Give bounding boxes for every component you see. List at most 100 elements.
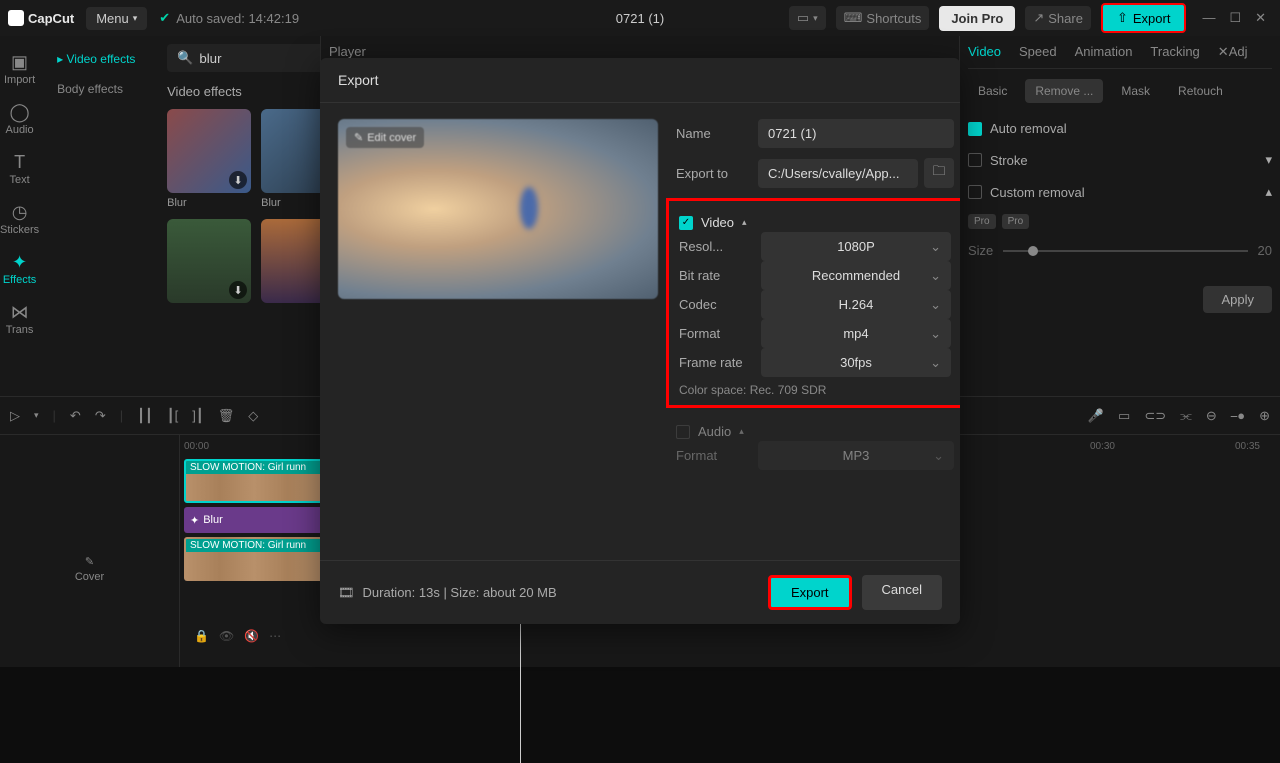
tab-stickers[interactable]: ◷Stickers	[0, 194, 39, 244]
link-tool[interactable]: ⫘	[1180, 408, 1192, 424]
effect-thumb[interactable]: ⬇	[167, 219, 251, 303]
colorspace-text: Color space: Rec. 709 SDR	[679, 383, 951, 397]
film-icon: 🎞	[338, 585, 355, 601]
properties-panel: Video Speed Animation Tracking ✕Adj Basi…	[960, 36, 1280, 396]
duration-info: 🎞 Duration: 13s | Size: about 20 MB	[338, 585, 557, 601]
download-icon[interactable]: ⬇	[229, 281, 247, 299]
subtab-basic[interactable]: Basic	[968, 79, 1017, 103]
checkbox-icon[interactable]: ✓	[679, 216, 693, 230]
framerate-label: Frame rate	[679, 355, 751, 370]
text-icon: T	[10, 152, 30, 172]
export-button-top[interactable]: ⇧ Export	[1101, 3, 1186, 33]
tab-audio[interactable]: ◯Audio	[0, 94, 39, 144]
export-confirm-button[interactable]: Export	[768, 575, 852, 610]
edit-cover-button[interactable]: ✎ Edit cover	[346, 127, 424, 148]
size-slider[interactable]	[1003, 250, 1247, 252]
zoom-slider[interactable]: ⎯●	[1231, 408, 1245, 424]
tab-animation[interactable]: Animation	[1075, 44, 1133, 60]
mic-tool[interactable]: 🎤	[1088, 408, 1104, 424]
split-left-tool[interactable]: ┃[	[167, 408, 178, 424]
more-icon[interactable]: ⋯	[269, 629, 281, 643]
tab-transitions[interactable]: ⋈Trans	[0, 294, 39, 344]
zoom-out-button[interactable]: ⊖	[1206, 408, 1217, 424]
codec-select[interactable]: H.264	[761, 290, 951, 319]
split-right-tool[interactable]: ]┃	[192, 408, 203, 424]
cover-button[interactable]: ✎ Cover	[10, 555, 169, 583]
lock-icon[interactable]: 🔒	[194, 629, 209, 643]
mute-icon[interactable]: 🔇	[244, 629, 259, 643]
checkbox-icon[interactable]	[676, 425, 690, 439]
undo-button[interactable]: ↶	[70, 408, 81, 424]
redo-button[interactable]: ↷	[95, 408, 106, 424]
pointer-tool[interactable]: ▷	[10, 408, 20, 424]
cover-preview: ✎ Edit cover	[338, 119, 658, 299]
chevron-up-icon: ▴	[739, 426, 744, 437]
preview-tool[interactable]: ▭	[1118, 408, 1130, 424]
subtab-remove[interactable]: Remove ...	[1025, 79, 1103, 103]
effect-thumb[interactable]: ⬇Blur	[167, 109, 251, 209]
logo-text: CapCut	[28, 11, 74, 26]
dialog-title: Export	[320, 58, 960, 103]
capcut-icon	[8, 10, 24, 26]
custom-removal-toggle[interactable]: Custom removal▴	[968, 176, 1272, 208]
eye-icon[interactable]: 👁	[219, 629, 234, 643]
name-input[interactable]	[758, 119, 954, 148]
tab-adjust[interactable]: ✕Adj	[1218, 44, 1248, 60]
marker-tool[interactable]: ◇	[248, 408, 258, 424]
subtab-retouch[interactable]: Retouch	[1168, 79, 1233, 103]
split-tool[interactable]: ┃┃	[137, 408, 153, 424]
bitrate-select[interactable]: Recommended	[761, 261, 951, 290]
bitrate-label: Bit rate	[679, 268, 751, 283]
video-clip[interactable]: SLOW MOTION: Girl runn	[184, 537, 324, 581]
chevron-down-icon[interactable]: ▾	[34, 410, 39, 421]
tab-text[interactable]: TText	[0, 144, 39, 194]
share-icon: ↗	[1033, 10, 1044, 26]
window-controls: — ☐ ✕	[1196, 10, 1272, 26]
cancel-button[interactable]: Cancel	[862, 575, 942, 610]
delete-tool[interactable]: 🗑	[218, 408, 235, 424]
magnet-tool[interactable]: ⊂⊃	[1144, 408, 1166, 424]
format-select[interactable]: mp4	[761, 319, 951, 348]
transitions-icon: ⋈	[10, 302, 30, 322]
video-section-header[interactable]: ✓ Video ▴	[679, 215, 951, 230]
resolution-select[interactable]: 1080P	[761, 232, 951, 261]
media-panel: ▣Import ◯Audio TText ◷Stickers ✦Effects …	[0, 36, 320, 396]
zoom-in-button[interactable]: ⊕	[1259, 408, 1270, 424]
audio-section-header[interactable]: Audio ▴	[676, 424, 954, 439]
video-clip[interactable]: SLOW MOTION: Girl runn	[184, 459, 324, 503]
auto-removal-toggle[interactable]: Auto removal	[968, 113, 1272, 144]
checkbox-icon	[968, 153, 982, 167]
pencil-icon: ✎	[85, 555, 94, 568]
export-dialog: Export ✎ Edit cover Name Export to C:/Us…	[320, 58, 960, 624]
sidebar-body-effects[interactable]: Body effects	[47, 74, 151, 104]
folder-button[interactable]: 🗀	[924, 158, 954, 188]
keyboard-icon: ⌨	[844, 10, 863, 26]
stroke-toggle[interactable]: Stroke▾	[968, 144, 1272, 176]
tab-speed[interactable]: Speed	[1019, 44, 1057, 60]
tab-effects[interactable]: ✦Effects	[0, 244, 39, 294]
close-icon[interactable]: ✕	[1255, 10, 1266, 26]
stickers-icon: ◷	[10, 202, 30, 222]
tab-import[interactable]: ▣Import	[0, 44, 39, 94]
sidebar-video-effects[interactable]: ▸ Video effects	[47, 44, 151, 74]
menu-button[interactable]: Menu ▾	[86, 7, 147, 30]
tab-video[interactable]: Video	[968, 44, 1001, 60]
share-button[interactable]: ↗ Share	[1025, 6, 1091, 30]
join-pro-button[interactable]: Join Pro	[939, 6, 1015, 31]
minimize-icon[interactable]: —	[1202, 10, 1215, 26]
export-icon: ⇧	[1117, 10, 1128, 26]
pro-badge: Pro	[1002, 214, 1030, 229]
folder-icon: 🗀	[932, 162, 945, 184]
framerate-select[interactable]: 30fps	[761, 348, 951, 377]
video-settings-highlight: ✓ Video ▴ Resol... 1080P Bit rate Recomm…	[666, 198, 960, 408]
apply-button[interactable]: Apply	[1203, 286, 1272, 313]
effect-clip[interactable]: ✦Blur	[184, 507, 324, 533]
maximize-icon[interactable]: ☐	[1229, 10, 1241, 26]
aspect-ratio-button[interactable]: ▭ ▾	[789, 6, 826, 30]
effects-icon: ✦	[190, 514, 199, 527]
download-icon[interactable]: ⬇	[229, 171, 247, 189]
tab-tracking[interactable]: Tracking	[1150, 44, 1199, 60]
check-icon: ✔	[159, 10, 170, 26]
subtab-mask[interactable]: Mask	[1111, 79, 1160, 103]
shortcuts-button[interactable]: ⌨ Shortcuts	[836, 6, 930, 30]
